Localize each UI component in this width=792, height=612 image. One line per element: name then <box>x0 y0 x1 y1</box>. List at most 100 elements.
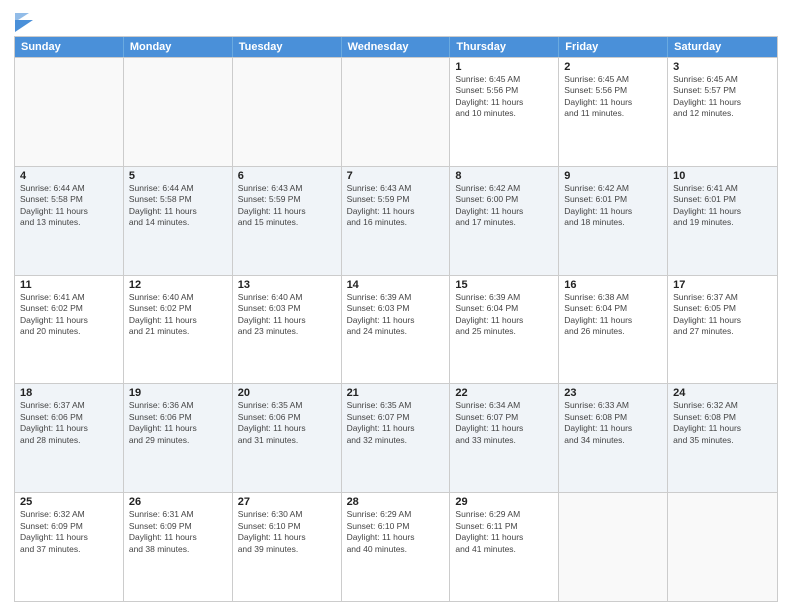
cell-date: 21 <box>347 387 445 399</box>
cell-info: Sunrise: 6:43 AM Sunset: 5:59 PM Dayligh… <box>347 183 445 229</box>
cell-info: Sunrise: 6:37 AM Sunset: 6:05 PM Dayligh… <box>673 292 772 338</box>
cell-info: Sunrise: 6:29 AM Sunset: 6:11 PM Dayligh… <box>455 509 553 555</box>
cell-date: 24 <box>673 387 772 399</box>
calendar-cell: 1Sunrise: 6:45 AM Sunset: 5:56 PM Daylig… <box>450 58 559 166</box>
cell-info: Sunrise: 6:44 AM Sunset: 5:58 PM Dayligh… <box>129 183 227 229</box>
calendar-cell: 2Sunrise: 6:45 AM Sunset: 5:56 PM Daylig… <box>559 58 668 166</box>
cell-info: Sunrise: 6:38 AM Sunset: 6:04 PM Dayligh… <box>564 292 662 338</box>
calendar-cell: 17Sunrise: 6:37 AM Sunset: 6:05 PM Dayli… <box>668 276 777 384</box>
calendar-body: 1Sunrise: 6:45 AM Sunset: 5:56 PM Daylig… <box>15 57 777 601</box>
cell-info: Sunrise: 6:31 AM Sunset: 6:09 PM Dayligh… <box>129 509 227 555</box>
cell-info: Sunrise: 6:32 AM Sunset: 6:08 PM Dayligh… <box>673 400 772 446</box>
logo <box>14 10 33 32</box>
calendar-cell: 13Sunrise: 6:40 AM Sunset: 6:03 PM Dayli… <box>233 276 342 384</box>
calendar-cell: 4Sunrise: 6:44 AM Sunset: 5:58 PM Daylig… <box>15 167 124 275</box>
calendar-row-1: 1Sunrise: 6:45 AM Sunset: 5:56 PM Daylig… <box>15 57 777 166</box>
cell-date: 7 <box>347 170 445 182</box>
cell-date: 28 <box>347 496 445 508</box>
calendar-cell: 18Sunrise: 6:37 AM Sunset: 6:06 PM Dayli… <box>15 384 124 492</box>
cell-date: 1 <box>455 61 553 73</box>
day-header-monday: Monday <box>124 37 233 57</box>
cell-date: 14 <box>347 279 445 291</box>
day-header-wednesday: Wednesday <box>342 37 451 57</box>
cell-date: 2 <box>564 61 662 73</box>
cell-date: 27 <box>238 496 336 508</box>
calendar-cell: 24Sunrise: 6:32 AM Sunset: 6:08 PM Dayli… <box>668 384 777 492</box>
cell-info: Sunrise: 6:45 AM Sunset: 5:56 PM Dayligh… <box>455 74 553 120</box>
cell-date: 17 <box>673 279 772 291</box>
calendar-cell <box>342 58 451 166</box>
calendar-header: SundayMondayTuesdayWednesdayThursdayFrid… <box>15 37 777 57</box>
calendar-cell <box>15 58 124 166</box>
cell-date: 20 <box>238 387 336 399</box>
calendar-cell: 14Sunrise: 6:39 AM Sunset: 6:03 PM Dayli… <box>342 276 451 384</box>
calendar-page: SundayMondayTuesdayWednesdayThursdayFrid… <box>0 0 792 612</box>
calendar-cell: 26Sunrise: 6:31 AM Sunset: 6:09 PM Dayli… <box>124 493 233 601</box>
cell-date: 5 <box>129 170 227 182</box>
calendar-cell: 23Sunrise: 6:33 AM Sunset: 6:08 PM Dayli… <box>559 384 668 492</box>
cell-info: Sunrise: 6:43 AM Sunset: 5:59 PM Dayligh… <box>238 183 336 229</box>
calendar-cell: 28Sunrise: 6:29 AM Sunset: 6:10 PM Dayli… <box>342 493 451 601</box>
cell-date: 16 <box>564 279 662 291</box>
cell-info: Sunrise: 6:29 AM Sunset: 6:10 PM Dayligh… <box>347 509 445 555</box>
page-header <box>14 10 778 32</box>
cell-info: Sunrise: 6:35 AM Sunset: 6:07 PM Dayligh… <box>347 400 445 446</box>
cell-date: 25 <box>20 496 118 508</box>
calendar-cell: 25Sunrise: 6:32 AM Sunset: 6:09 PM Dayli… <box>15 493 124 601</box>
calendar: SundayMondayTuesdayWednesdayThursdayFrid… <box>14 36 778 602</box>
cell-info: Sunrise: 6:30 AM Sunset: 6:10 PM Dayligh… <box>238 509 336 555</box>
calendar-cell: 12Sunrise: 6:40 AM Sunset: 6:02 PM Dayli… <box>124 276 233 384</box>
cell-info: Sunrise: 6:45 AM Sunset: 5:56 PM Dayligh… <box>564 74 662 120</box>
calendar-cell: 22Sunrise: 6:34 AM Sunset: 6:07 PM Dayli… <box>450 384 559 492</box>
calendar-cell: 19Sunrise: 6:36 AM Sunset: 6:06 PM Dayli… <box>124 384 233 492</box>
cell-info: Sunrise: 6:42 AM Sunset: 6:01 PM Dayligh… <box>564 183 662 229</box>
calendar-cell: 20Sunrise: 6:35 AM Sunset: 6:06 PM Dayli… <box>233 384 342 492</box>
cell-info: Sunrise: 6:40 AM Sunset: 6:03 PM Dayligh… <box>238 292 336 338</box>
calendar-row-3: 11Sunrise: 6:41 AM Sunset: 6:02 PM Dayli… <box>15 275 777 384</box>
calendar-cell <box>233 58 342 166</box>
cell-info: Sunrise: 6:32 AM Sunset: 6:09 PM Dayligh… <box>20 509 118 555</box>
cell-date: 3 <box>673 61 772 73</box>
cell-info: Sunrise: 6:41 AM Sunset: 6:01 PM Dayligh… <box>673 183 772 229</box>
calendar-row-2: 4 Sunrise: 6:44 AM Sunset: 5:58 PM Daylig… <box>15 166 777 275</box>
calendar-cell <box>559 493 668 601</box>
cell-info: Sunrise: 6:42 AM Sunset: 6:00 PM Dayligh… <box>455 183 553 229</box>
cell-info: Sunrise: 6:35 AM Sunset: 6:06 PM Dayligh… <box>238 400 336 446</box>
cell-date: 12 <box>129 279 227 291</box>
calendar-cell: 27Sunrise: 6:30 AM Sunset: 6:10 PM Dayli… <box>233 493 342 601</box>
cell-date: 6 <box>238 170 336 182</box>
cell-date: 15 <box>455 279 553 291</box>
calendar-cell: 8Sunrise: 6:42 AM Sunset: 6:00 PM Daylig… <box>450 167 559 275</box>
cell-date: 29 <box>455 496 553 508</box>
cell-info: Sunrise: 6:41 AM Sunset: 6:02 PM Dayligh… <box>20 292 118 338</box>
cell-info: Sunrise: 6:37 AM Sunset: 6:06 PM Dayligh… <box>20 400 118 446</box>
calendar-row-5: 25Sunrise: 6:32 AM Sunset: 6:09 PM Dayli… <box>15 492 777 601</box>
calendar-cell: 10Sunrise: 6:41 AM Sunset: 6:01 PM Dayli… <box>668 167 777 275</box>
cell-info: Sunrise: 6:36 AM Sunset: 6:06 PM Dayligh… <box>129 400 227 446</box>
cell-date: 19 <box>129 387 227 399</box>
cell-date: 13 <box>238 279 336 291</box>
cell-date: 23 <box>564 387 662 399</box>
logo-icon <box>15 10 33 32</box>
cell-date: 9 <box>564 170 662 182</box>
cell-info: Sunrise: 6:39 AM Sunset: 6:04 PM Dayligh… <box>455 292 553 338</box>
calendar-cell: 21Sunrise: 6:35 AM Sunset: 6:07 PM Dayli… <box>342 384 451 492</box>
calendar-cell <box>668 493 777 601</box>
cell-date: 22 <box>455 387 553 399</box>
calendar-cell: 16Sunrise: 6:38 AM Sunset: 6:04 PM Dayli… <box>559 276 668 384</box>
cell-date: 4 <box>20 170 118 182</box>
cell-date: 11 <box>20 279 118 291</box>
calendar-cell: 6Sunrise: 6:43 AM Sunset: 5:59 PM Daylig… <box>233 167 342 275</box>
calendar-cell: 11Sunrise: 6:41 AM Sunset: 6:02 PM Dayli… <box>15 276 124 384</box>
cell-date: 18 <box>20 387 118 399</box>
calendar-cell <box>124 58 233 166</box>
day-header-tuesday: Tuesday <box>233 37 342 57</box>
cell-info: Sunrise: 6:33 AM Sunset: 6:08 PM Dayligh… <box>564 400 662 446</box>
calendar-cell: 15Sunrise: 6:39 AM Sunset: 6:04 PM Dayli… <box>450 276 559 384</box>
cell-date: 26 <box>129 496 227 508</box>
day-header-saturday: Saturday <box>668 37 777 57</box>
day-header-friday: Friday <box>559 37 668 57</box>
day-header-thursday: Thursday <box>450 37 559 57</box>
calendar-cell: 7Sunrise: 6:43 AM Sunset: 5:59 PM Daylig… <box>342 167 451 275</box>
cell-date: 8 <box>455 170 553 182</box>
